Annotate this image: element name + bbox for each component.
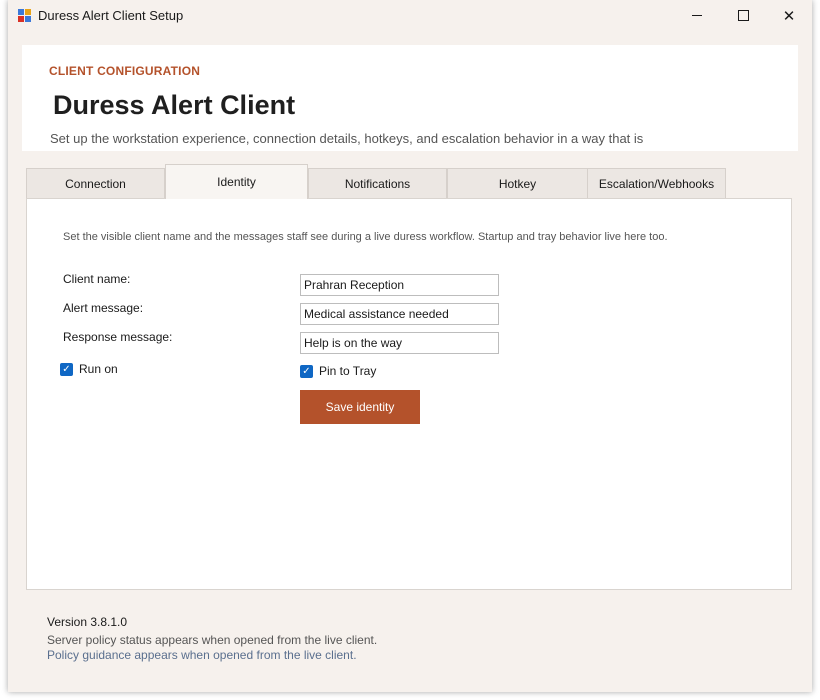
section-eyebrow: CLIENT CONFIGURATION [49,64,201,78]
app-window: Duress Alert Client Setup ✕ CLIENT CONFI… [8,0,812,692]
client-name-field[interactable] [300,274,499,296]
response-message-label: Response message: [63,330,173,344]
footer: Version 3.8.1.0 Server policy status app… [47,615,377,663]
save-identity-button[interactable]: Save identity [300,390,420,424]
window-title: Duress Alert Client Setup [38,8,184,23]
minimize-button[interactable] [674,0,720,31]
alert-message-field[interactable] [300,303,499,325]
version-label: Version 3.8.1.0 [47,615,128,629]
pin-to-tray-label: Pin to Tray [319,364,377,378]
run-on-checkbox[interactable]: ✓ Run on [60,362,118,376]
checkbox-checked-icon: ✓ [60,362,73,376]
title-bar: Duress Alert Client Setup ✕ [8,0,812,31]
header-card: CLIENT CONFIGURATION Duress Alert Client… [22,45,798,151]
close-icon: ✕ [782,7,796,25]
maximize-icon [737,10,749,21]
identity-panel: Set the visible client name and the mess… [26,198,792,590]
maximize-button[interactable] [720,0,766,31]
page-title: Duress Alert Client [53,90,296,120]
tab-hotkey[interactable]: Hotkey [447,168,588,199]
alert-message-label: Alert message: [63,301,144,315]
response-message-field[interactable] [300,332,499,354]
identity-intro: Set the visible client name and the mess… [63,231,668,243]
policy-guidance: Policy guidance appears when opened from… [47,648,357,662]
server-policy-status: Server policy status appears when opened… [47,633,378,647]
tab-strip: Connection Identity Notifications Hotkey… [26,164,786,200]
app-icon [18,9,31,22]
checkbox-checked-icon: ✓ [300,364,313,378]
client-name-label: Client name: [63,272,131,286]
tab-notifications[interactable]: Notifications [308,168,447,199]
tab-connection[interactable]: Connection [26,168,165,199]
page-subtitle: Set up the workstation experience, conne… [50,131,644,146]
close-button[interactable]: ✕ [766,0,812,31]
run-on-label: Run on [79,362,118,376]
tab-escalation-webhooks[interactable]: Escalation/Webhooks [587,168,726,199]
pin-to-tray-checkbox[interactable]: ✓ Pin to Tray [300,364,376,378]
tab-identity[interactable]: Identity [165,164,308,199]
minimize-icon [692,15,702,16]
